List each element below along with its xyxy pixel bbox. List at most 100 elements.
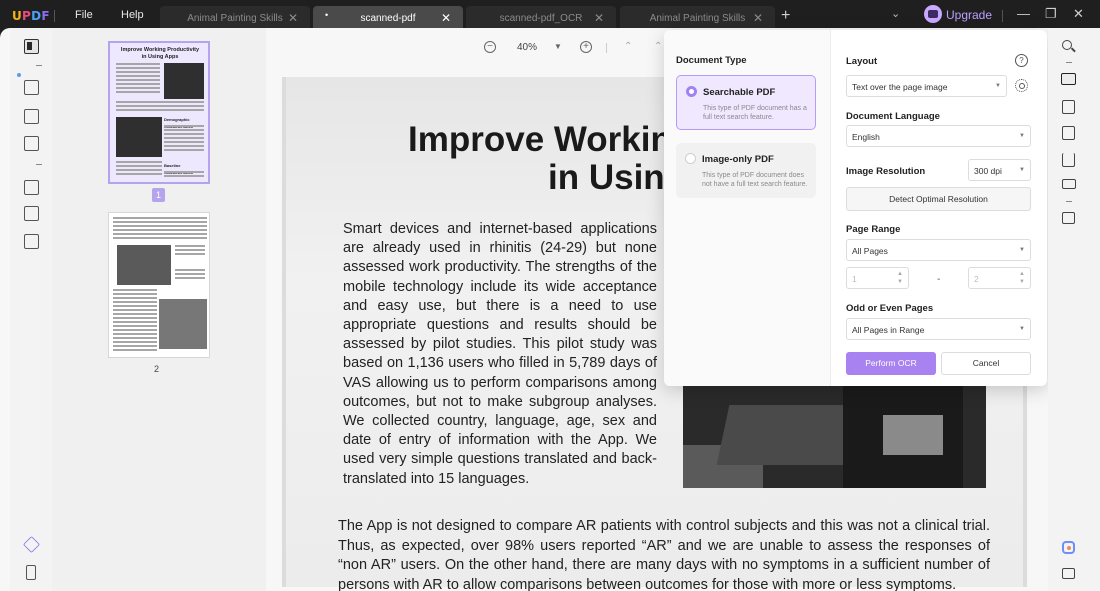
radio-unselected[interactable] xyxy=(685,153,696,164)
menu-file[interactable]: File xyxy=(75,9,93,21)
odd-even-select[interactable]: All Pages in Range ▼ xyxy=(846,318,1031,340)
form-icon[interactable] xyxy=(24,136,39,151)
option-name: Searchable PDF xyxy=(703,87,776,98)
searchable-pdf-option[interactable]: Searchable PDF This type of PDF document… xyxy=(676,75,816,130)
thumbnail-panel: Improve Working Productivity in Using Ap… xyxy=(52,28,266,591)
crop-icon[interactable] xyxy=(24,206,39,221)
thumb-photo xyxy=(117,245,171,285)
layout-value: Text over the page image xyxy=(852,82,948,92)
thumb-photo xyxy=(159,299,207,349)
page-range-heading: Page Range xyxy=(846,224,901,235)
stepper-arrows-icon[interactable]: ▲ ▼ xyxy=(1019,270,1025,286)
document-title-line1: Improve Workin xyxy=(408,120,672,159)
left-toolbar xyxy=(10,28,52,591)
divider xyxy=(36,65,42,66)
layers-icon[interactable] xyxy=(23,536,40,553)
page-thumbnail-2[interactable] xyxy=(108,212,210,358)
range-separator: - xyxy=(937,274,941,285)
save-icon[interactable] xyxy=(1062,212,1075,224)
page-thumbnail-1[interactable]: Improve Working Productivity in Using Ap… xyxy=(108,41,210,184)
ocr-panel: Document Type Searchable PDF This type o… xyxy=(664,30,1047,386)
close-window-icon[interactable]: ✕ xyxy=(1073,6,1084,22)
reader-icon[interactable] xyxy=(24,39,39,54)
divider xyxy=(36,164,42,165)
document-type-heading: Document Type xyxy=(676,55,747,66)
restore-icon[interactable]: ❐ xyxy=(1045,6,1057,22)
language-value: English xyxy=(852,132,880,142)
help-icon[interactable]: ? xyxy=(1015,54,1028,67)
gear-icon[interactable] xyxy=(1015,79,1028,92)
chevron-down-icon: ▼ xyxy=(1019,167,1025,173)
search-icon[interactable] xyxy=(1062,40,1072,50)
resolution-select[interactable]: 300 dpi ▼ xyxy=(968,159,1031,181)
cancel-button[interactable]: Cancel xyxy=(941,352,1031,375)
language-heading: Document Language xyxy=(846,111,940,122)
share-icon[interactable] xyxy=(1062,153,1075,167)
ocr-icon[interactable] xyxy=(1061,73,1076,85)
document-type-section: Document Type Searchable PDF This type o… xyxy=(664,30,831,386)
document-paragraph-2: The App is not designed to compare AR pa… xyxy=(338,518,990,591)
close-icon[interactable]: ✕ xyxy=(594,11,604,25)
document-paragraph-1: Smart devices and internet-based applica… xyxy=(343,221,657,487)
close-icon[interactable]: ✕ xyxy=(753,11,763,25)
stepper-arrows-icon[interactable]: ▲ ▼ xyxy=(897,270,903,286)
chevron-down-icon: ▼ xyxy=(1019,247,1025,253)
language-select[interactable]: English ▼ xyxy=(846,125,1031,147)
menu-help[interactable]: Help xyxy=(121,9,144,21)
indicator-dot xyxy=(17,73,21,77)
convert-pdf-icon[interactable] xyxy=(1062,100,1075,114)
close-icon[interactable]: ✕ xyxy=(441,11,451,25)
divider xyxy=(1002,10,1003,22)
chevron-down-icon[interactable]: ▼ xyxy=(554,42,562,51)
chevron-down-icon: ▼ xyxy=(1019,326,1025,332)
chevron-down-icon: ▼ xyxy=(1019,133,1025,139)
new-tab-plus-icon[interactable]: + xyxy=(781,7,790,25)
first-page-icon[interactable]: ⌃ xyxy=(624,41,632,52)
previous-page-icon[interactable]: ⌃ xyxy=(654,41,662,52)
zoom-out-icon[interactable]: − xyxy=(484,41,496,53)
range-to-value: 2 xyxy=(974,274,979,284)
minimize-icon[interactable]: — xyxy=(1017,6,1030,21)
option-description: This type of PDF document has a full tex… xyxy=(703,105,807,121)
page-range-value: All Pages xyxy=(852,246,888,256)
resolution-heading: Image Resolution xyxy=(846,166,926,177)
chevron-down-icon[interactable]: ⌄ xyxy=(891,7,900,20)
resolution-value: 300 dpi xyxy=(974,166,1002,176)
divider xyxy=(54,10,55,22)
close-icon[interactable]: ✕ xyxy=(288,11,298,25)
email-icon[interactable] xyxy=(1062,179,1076,189)
bookmark-icon[interactable] xyxy=(26,565,36,580)
thumb-title: Improve Working Productivity in Using Ap… xyxy=(120,47,200,60)
odd-even-value: All Pages in Range xyxy=(852,325,925,335)
thumb-photo xyxy=(116,117,162,157)
range-from-stepper[interactable]: 1 ▲ ▼ xyxy=(846,267,909,289)
page-number-label: 2 xyxy=(154,364,160,374)
comment-list-icon[interactable] xyxy=(1062,568,1075,579)
range-from-value: 1 xyxy=(852,274,857,284)
radio-selected[interactable] xyxy=(686,86,697,97)
odd-even-heading: Odd or Even Pages xyxy=(846,303,934,314)
range-to-stepper[interactable]: 2 ▲ ▼ xyxy=(968,267,1031,289)
layout-select[interactable]: Text over the page image ▼ xyxy=(846,75,1007,97)
perform-ocr-button[interactable]: Perform OCR xyxy=(846,352,936,375)
ocr-tool-icon[interactable] xyxy=(24,234,39,249)
image-only-pdf-option[interactable]: Image-only PDF This type of PDF document… xyxy=(676,143,816,198)
right-toolbar xyxy=(1048,28,1100,591)
zoom-in-icon[interactable]: + xyxy=(580,41,592,53)
page-range-select[interactable]: All Pages ▼ xyxy=(846,239,1031,261)
edit-pdf-icon[interactable] xyxy=(24,109,39,124)
detect-optimal-resolution-button[interactable]: Detect Optimal Resolution xyxy=(846,187,1031,211)
tab-label: Animal Painting Skills xyxy=(649,13,746,24)
protect-pdf-icon[interactable] xyxy=(1062,126,1075,140)
option-description: This type of PDF document does not have … xyxy=(702,172,808,188)
thumb-photo xyxy=(164,63,204,99)
app-logo: UPDF xyxy=(12,9,50,23)
page-number-badge: 1 xyxy=(152,188,165,202)
organize-pages-icon[interactable] xyxy=(24,180,39,195)
ai-assistant-icon[interactable] xyxy=(1062,541,1075,554)
zoom-value[interactable]: 40% xyxy=(517,42,537,53)
upgrade-button[interactable]: Upgrade xyxy=(924,5,998,26)
comment-icon[interactable] xyxy=(24,80,39,95)
option-name: Image-only PDF xyxy=(702,154,774,165)
document-photo xyxy=(683,385,986,488)
